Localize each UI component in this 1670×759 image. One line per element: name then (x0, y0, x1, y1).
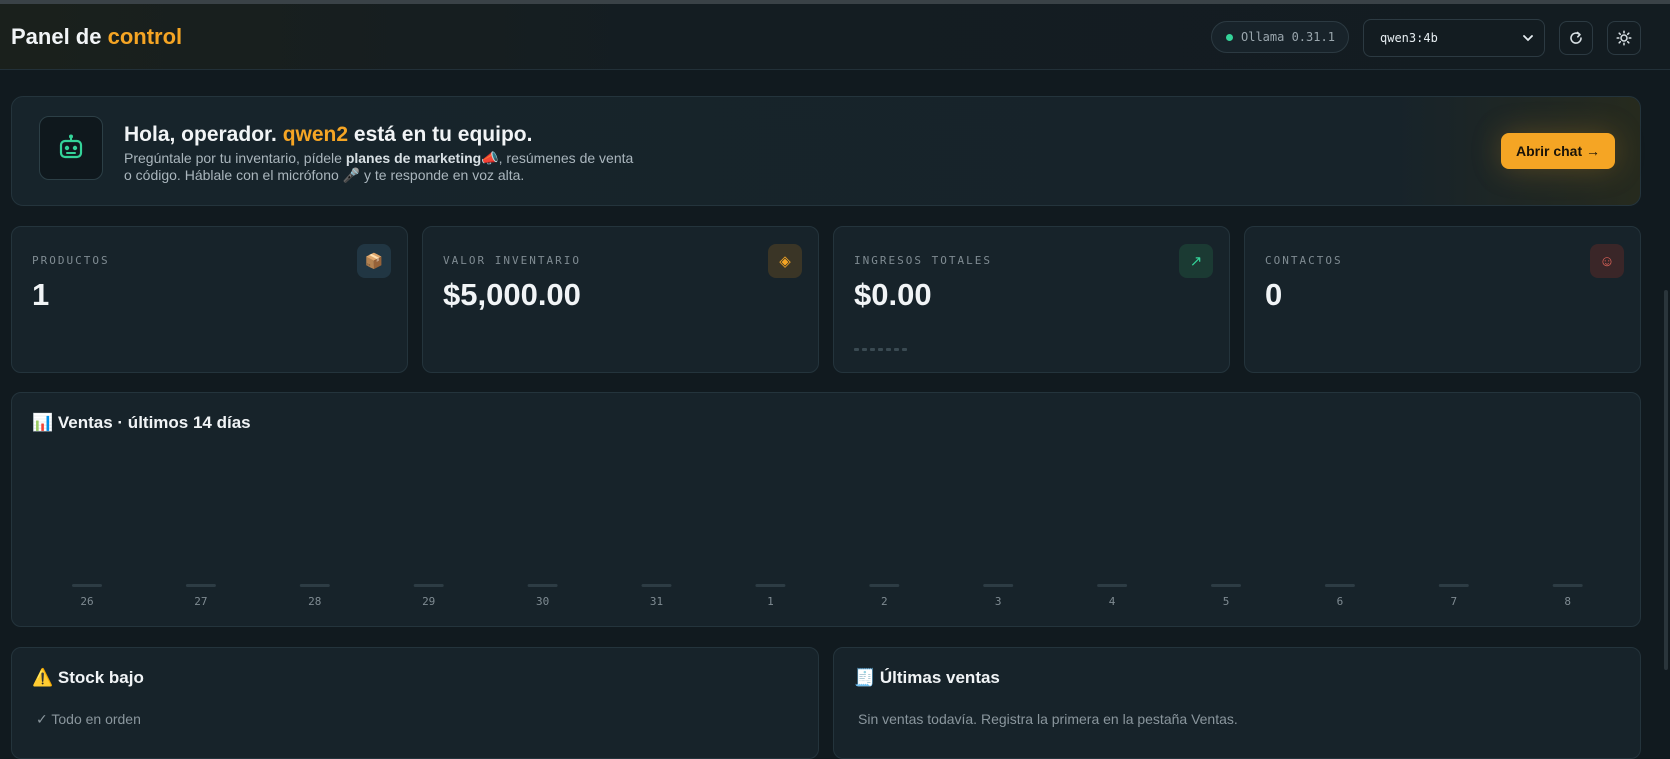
low-stock-card: ⚠️ Stock bajo ✓ Todo en orden (11, 647, 819, 759)
low-stock-title: ⚠️ Stock bajo (32, 668, 144, 687)
refresh-icon (1570, 31, 1582, 44)
hero-greeting-start: Hola, operador. (124, 123, 277, 146)
chart-bar-31 (641, 584, 672, 587)
stat-label: PRODUCTOS (32, 254, 110, 267)
stat-card-contacts: CONTACTOS 0 ☺ (1244, 226, 1641, 373)
ollama-status-badge: Ollama 0.31.1 (1211, 21, 1349, 53)
hero-greeting: Hola, operador. qwen2 está en tu equipo. (124, 123, 532, 147)
stat-label: VALOR INVENTARIO (443, 254, 581, 267)
page-title-main: Panel de (11, 24, 102, 49)
trend-up-icon: ↗ (1179, 244, 1213, 278)
page-title-accent: control (107, 24, 183, 49)
chart-bar-28 (299, 584, 330, 587)
recent-sales-card: 🧾 Últimas ventas Sin ventas todavía. Reg… (833, 647, 1641, 759)
chart-tick-label: 6 (1337, 595, 1344, 608)
hero-description: Pregúntale por tu inventario, pídele pla… (124, 150, 644, 184)
chart-bar-7 (1438, 584, 1469, 587)
page-scrollbar[interactable] (1664, 290, 1668, 670)
sun-icon (1616, 30, 1632, 46)
chart-tick-label: 2 (881, 595, 888, 608)
stat-card-inventory-value: VALOR INVENTARIO $5,000.00 ◈ (422, 226, 819, 373)
hero-description-start: Pregúntale por tu inventario, pídele (124, 150, 342, 166)
chart-bar-3 (983, 584, 1014, 587)
chart-tick-label: 27 (194, 595, 207, 608)
sales-bar-chart: 26 27 28 29 30 31 1 2 3 4 5 6 7 8 (72, 584, 1583, 608)
chart-bar-29 (413, 584, 444, 587)
stat-label: INGRESOS TOTALES (854, 254, 992, 267)
model-select-value: qwen3:4b (1380, 31, 1438, 45)
robot-icon (39, 116, 103, 180)
chart-tick-label: 1 (767, 595, 774, 608)
chart-tick-label: 29 (422, 595, 435, 608)
stat-card-products: PRODUCTOS 1 📦 (11, 226, 408, 373)
sales-chart-card: 📊 Ventas · últimos 14 días 26 27 28 29 30 31 1… (11, 392, 1641, 627)
chart-bar-27 (185, 584, 216, 587)
revenue-sparkline (854, 348, 907, 351)
chart-tick-label: 8 (1564, 595, 1571, 608)
assistant-name: qwen2 (282, 123, 349, 146)
top-header: Panel de control Ollama 0.31.1 qwen3:4b (0, 4, 1670, 70)
model-select[interactable]: qwen3:4b (1363, 19, 1545, 57)
stat-card-total-revenue: INGRESOS TOTALES $0.00 ↗ (833, 226, 1230, 373)
chart-tick-label: 26 (80, 595, 93, 608)
open-chat-button[interactable]: Abrir chat → (1501, 133, 1615, 169)
chart-bar-2 (869, 584, 900, 587)
chart-tick-label: 4 (1109, 595, 1116, 608)
hero-greeting-end: está en tu equipo. (353, 123, 533, 146)
chart-tick-label: 28 (308, 595, 321, 608)
stat-value: $0.00 (854, 277, 932, 312)
page-title: Panel de control (11, 24, 182, 50)
chevron-down-icon (1523, 35, 1533, 42)
chart-tick-label: 3 (995, 595, 1002, 608)
stat-value: 1 (32, 277, 50, 312)
theme-toggle-button[interactable] (1607, 21, 1641, 55)
refresh-button[interactable] (1559, 21, 1593, 55)
ollama-version: Ollama 0.31.1 (1241, 30, 1335, 44)
chart-bar-30 (527, 584, 558, 587)
stat-label: CONTACTOS (1265, 254, 1343, 267)
chart-tick-label: 5 (1223, 595, 1230, 608)
recent-sales-title: 🧾 Últimas ventas (854, 668, 1000, 687)
status-dot-icon (1226, 33, 1233, 41)
smile-icon: ☺ (1590, 244, 1624, 278)
diamond-icon: ◈ (768, 244, 802, 278)
recent-sales-message: Sin ventas todavía. Registra la primera … (858, 711, 1238, 727)
chart-bar-5 (1211, 584, 1241, 587)
chart-tick-label: 7 (1450, 595, 1457, 608)
chart-bar-1 (755, 584, 786, 587)
box-icon: 📦 (357, 244, 391, 278)
chart-tick-label: 31 (650, 595, 663, 608)
chart-bar-6 (1324, 584, 1355, 587)
stat-value: $5,000.00 (443, 277, 581, 312)
welcome-banner: Hola, operador. qwen2 está en tu equipo.… (11, 96, 1641, 206)
chart-bar-8 (1552, 584, 1583, 587)
chart-tick-label: 30 (536, 595, 549, 608)
hero-description-bold: planes de marketing (345, 150, 482, 166)
chart-bar-4 (1097, 584, 1128, 587)
low-stock-message: ✓ Todo en orden (36, 711, 141, 727)
stat-value: 0 (1265, 277, 1283, 312)
chart-bar-26 (72, 584, 102, 587)
